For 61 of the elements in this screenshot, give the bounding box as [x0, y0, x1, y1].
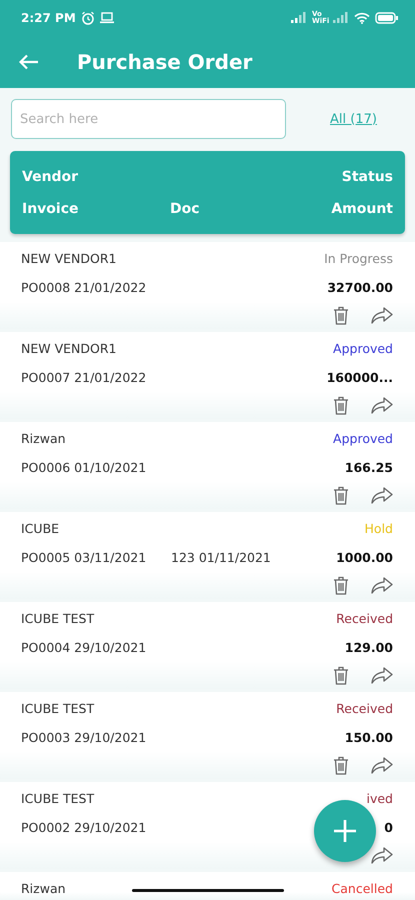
vendor-name: ICUBE TEST: [21, 700, 94, 717]
order-status: ived: [366, 790, 393, 807]
vendor-name: Rizwan: [21, 880, 66, 897]
order-status: Received: [335, 610, 393, 627]
laptop-icon: [100, 12, 114, 24]
column-header: Vendor: [22, 169, 78, 185]
invoice-number: PO0004 29/10/2021: [21, 639, 148, 656]
back-arrow-icon[interactable]: [19, 54, 39, 70]
share-icon[interactable]: [371, 667, 393, 684]
vendor-name: ICUBE: [21, 520, 60, 537]
page-title: Purchase Order: [77, 50, 252, 74]
doc-number: 123 01/11/2021: [171, 550, 271, 565]
column-header: Invoice: [22, 201, 80, 217]
order-status: Approved: [332, 430, 393, 447]
trash-icon[interactable]: [333, 306, 349, 325]
trash-icon[interactable]: [333, 666, 349, 685]
share-icon[interactable]: [371, 757, 393, 774]
column-header: Status: [342, 169, 393, 185]
order-status: In Progress: [323, 250, 393, 267]
share-icon[interactable]: [371, 397, 393, 414]
battery-icon: [375, 12, 399, 24]
order-amount: 150.00: [344, 729, 393, 746]
column-header: Amount: [331, 201, 393, 217]
order-status: Received: [335, 700, 393, 717]
share-icon[interactable]: [371, 847, 393, 864]
trash-icon[interactable]: [333, 396, 349, 415]
invoice-number: PO0008 21/01/2022: [21, 279, 148, 296]
search-field[interactable]: Search here: [11, 99, 286, 139]
plus-icon: [333, 819, 357, 843]
order-status: Hold: [364, 520, 393, 537]
order-status: Cancelled: [330, 880, 393, 897]
wifi-icon: [354, 12, 370, 24]
order-status: Approved: [332, 340, 393, 357]
order-amount: 129.00: [344, 639, 393, 656]
order-amount: 32700.00: [327, 279, 393, 296]
order-amount: 166.25: [344, 459, 393, 476]
invoice-number: PO0003 29/10/2021: [21, 729, 148, 746]
vendor-name: NEW VENDOR1: [21, 250, 116, 267]
order-amount: 0: [384, 819, 393, 836]
alarm-clock-icon: [80, 10, 95, 24]
invoice-number: PO0005 03/11/2021: [21, 549, 148, 566]
vendor-name: ICUBE TEST: [21, 610, 94, 627]
order-amount: 160000...: [326, 369, 393, 386]
vendor-name: ICUBE TEST: [21, 790, 94, 807]
share-icon[interactable]: [371, 307, 393, 324]
vendor-name: NEW VENDOR1: [21, 340, 116, 357]
share-icon[interactable]: [371, 577, 393, 594]
invoice-number: PO0007 21/01/2022: [21, 369, 148, 386]
signal-icon: [333, 12, 349, 23]
order-card[interactable]: Rizwan Cancelled: [0, 872, 415, 900]
invoice-number: PO0002 29/10/2021: [21, 819, 148, 836]
signal-icon: [291, 12, 307, 23]
order-amount: 1000.00: [336, 549, 393, 566]
share-icon[interactable]: [371, 487, 393, 504]
column-header: Doc: [170, 201, 201, 217]
trash-icon[interactable]: [333, 486, 349, 505]
status-time: 2:27 PM: [21, 10, 76, 24]
trash-icon[interactable]: [333, 576, 349, 595]
vendor-name: Rizwan: [21, 430, 66, 447]
invoice-number: PO0006 01/10/2021: [21, 459, 148, 476]
trash-icon[interactable]: [333, 756, 349, 775]
